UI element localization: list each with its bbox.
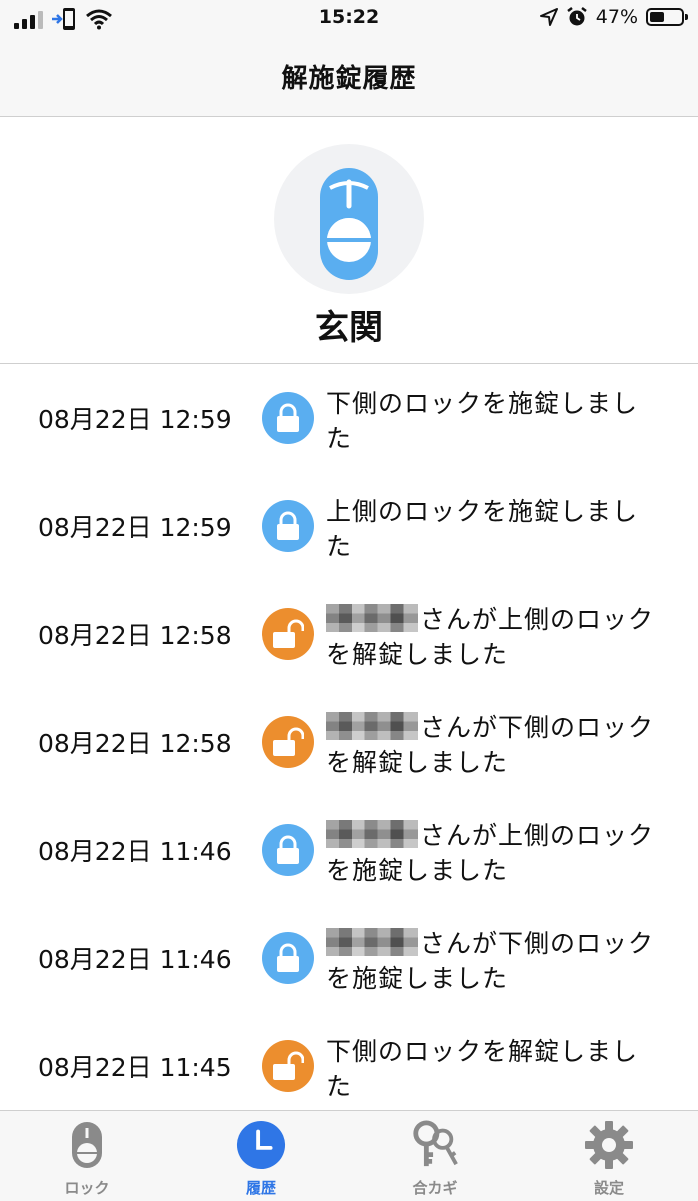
history-message: さんが下側のロックを解錠しました [326, 710, 658, 780]
history-row: 08月22日 11:45 下側のロックを解錠しました [0, 1012, 698, 1110]
redacted-username [326, 820, 418, 848]
page-title: 解施錠履歴 [281, 63, 417, 94]
lock-header: 玄関 [0, 117, 698, 364]
tab-lock[interactable]: ロック [0, 1111, 174, 1201]
history-row: 08月22日 12:58 さんが上側のロックを解錠しました [0, 580, 698, 688]
history-list[interactable]: 08月22日 12:59 下側のロックを施錠しました 08月22日 12:59 上側の… [0, 364, 698, 1110]
history-message: 下側のロックを解錠しました [326, 1034, 658, 1104]
clock-icon [236, 1119, 286, 1171]
keys-icon [410, 1119, 460, 1171]
battery-percent: 47% [595, 6, 638, 28]
battery-icon [646, 8, 688, 26]
redacted-username [326, 928, 418, 956]
history-time: 08月22日 12:59 [38, 405, 232, 434]
history-message-text: 上側のロックを施錠しました [326, 497, 639, 561]
history-row: 08月22日 11:46 さんが上側のロックを施錠しました [0, 796, 698, 904]
gear-icon [584, 1119, 634, 1171]
history-time: 08月22日 11:45 [38, 1053, 232, 1082]
locked-icon [262, 500, 314, 552]
lock-device-avatar [274, 144, 424, 294]
lock-device-icon [320, 168, 378, 280]
history-message: さんが上側のロックを施錠しました [326, 818, 658, 888]
status-bar: 15:22 47% [0, 0, 698, 36]
tab-bar: ロック 履歴 合カギ 設定 [0, 1110, 698, 1201]
alarm-icon [567, 7, 587, 26]
tab-history[interactable]: 履歴 [174, 1111, 348, 1201]
history-message: さんが下側のロックを施錠しました [326, 926, 658, 996]
history-row: 08月22日 12:59 上側のロックを施錠しました [0, 472, 698, 580]
history-message: さんが上側のロックを解錠しました [326, 602, 658, 672]
history-time: 08月22日 12:59 [38, 513, 232, 542]
unlocked-icon [262, 716, 314, 768]
locked-icon [262, 824, 314, 876]
history-time: 08月22日 12:58 [38, 729, 232, 758]
history-message-text: 下側のロックを解錠しました [326, 1037, 639, 1101]
tab-label: ロック [64, 1179, 110, 1197]
lock-name: 玄関 [315, 308, 383, 348]
history-time: 08月22日 12:58 [38, 621, 232, 650]
tab-label: 履歴 [245, 1179, 276, 1197]
status-right: 47% [539, 6, 688, 28]
redacted-username [326, 712, 418, 740]
unlocked-icon [262, 608, 314, 660]
history-message-text: 下側のロックを施錠しました [326, 389, 639, 453]
history-row: 08月22日 11:46 さんが下側のロックを施錠しました [0, 904, 698, 1012]
tab-label: 設定 [593, 1179, 624, 1197]
lock-device-icon [62, 1119, 112, 1171]
history-message: 上側のロックを施錠しました [326, 494, 658, 564]
location-arrow-icon [539, 8, 558, 26]
unlocked-icon [262, 1040, 314, 1092]
redacted-username [326, 604, 418, 632]
tab-settings[interactable]: 設定 [522, 1111, 696, 1201]
locked-icon [262, 392, 314, 444]
tab-label: 合カギ [412, 1179, 458, 1197]
history-time: 08月22日 11:46 [38, 837, 232, 866]
tab-spare-keys[interactable]: 合カギ [348, 1111, 522, 1201]
history-message: 下側のロックを施錠しました [326, 386, 658, 456]
history-row: 08月22日 12:58 さんが下側のロックを解錠しました [0, 688, 698, 796]
locked-icon [262, 932, 314, 984]
history-time: 08月22日 11:46 [38, 945, 232, 974]
history-row: 08月22日 12:59 下側のロックを施錠しました [0, 364, 698, 472]
navigation-bar: 解施錠履歴 [0, 36, 698, 117]
